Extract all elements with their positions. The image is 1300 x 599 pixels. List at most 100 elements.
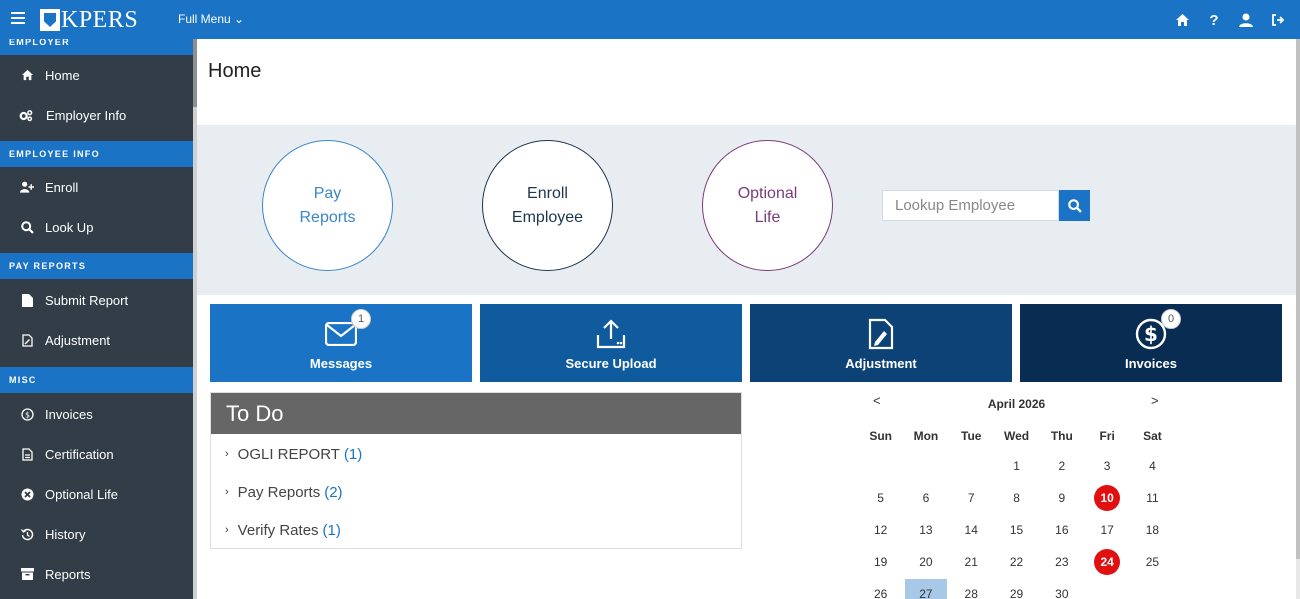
- main-content: Home Pay Reports Enroll Employee Optional L…: [197, 39, 1296, 599]
- calendar-day[interactable]: 23: [1049, 549, 1075, 575]
- dollar-circle-icon: $ 0: [1134, 309, 1181, 351]
- calendar-cell: 10: [1084, 482, 1129, 514]
- calendar-day[interactable]: 2: [1049, 453, 1075, 479]
- todo-item-count: (1): [343, 445, 363, 463]
- logout-icon[interactable]: [1270, 12, 1286, 28]
- calendar-day[interactable]: 19: [868, 549, 894, 575]
- calendar-day[interactable]: 22: [1004, 549, 1030, 575]
- calendar-day[interactable]: 7: [958, 485, 984, 511]
- todo-item-label: Pay Reports: [237, 483, 321, 501]
- calendar-day[interactable]: 21: [958, 549, 984, 575]
- invoices-tile[interactable]: $ 0 Invoices: [1020, 304, 1282, 382]
- calendar-day[interactable]: 16: [1049, 517, 1075, 543]
- calendar-day[interactable]: 3: [1094, 453, 1120, 479]
- calendar-day[interactable]: 13: [913, 517, 939, 543]
- svg-text:$: $: [1144, 322, 1158, 346]
- calendar-day[interactable]: 9: [1049, 485, 1075, 511]
- calendar-cell: 7: [949, 482, 994, 514]
- sidebar-item-certification[interactable]: Certification: [0, 434, 193, 474]
- sidebar-item-label: Reports: [45, 566, 91, 582]
- calendar-day[interactable]: 27: [904, 579, 947, 599]
- calendar-day[interactable]: 4: [1139, 453, 1165, 479]
- sidebar-item-look-up[interactable]: Look Up: [0, 207, 193, 247]
- kpers-logo[interactable]: KPERS: [40, 8, 138, 32]
- circle-label-line2: Reports: [299, 208, 356, 226]
- sidebar: EMPLOYER Home Employer Info EMPLOYEE INF…: [0, 39, 193, 599]
- main-scrollbar-thumb[interactable]: [1296, 39, 1300, 559]
- calendar-day[interactable]: 26: [868, 581, 894, 599]
- calendar-cell: [1130, 578, 1175, 599]
- sidebar-item-employer-info[interactable]: Employer Info: [0, 95, 193, 135]
- user-icon[interactable]: [1238, 12, 1254, 28]
- todo-item-pay-reports[interactable]: › Pay Reports (2): [211, 473, 741, 511]
- secure-upload-tile[interactable]: Secure Upload: [480, 304, 742, 382]
- calendar-day[interactable]: 10: [1094, 485, 1121, 511]
- chevron-down-icon: ⌄: [234, 12, 245, 26]
- messages-tile[interactable]: 1 Messages: [210, 304, 472, 382]
- help-icon[interactable]: ?: [1206, 12, 1222, 29]
- sidebar-item-submit-report[interactable]: Submit Report: [0, 280, 193, 320]
- sidebar-item-reports[interactable]: Reports: [0, 554, 193, 594]
- calendar-cell: [903, 450, 948, 482]
- todo-item-verify-rates[interactable]: › Verify Rates (1): [211, 511, 741, 549]
- home-icon[interactable]: [1174, 12, 1190, 28]
- circle-label-line1: Optional: [737, 184, 798, 202]
- calendar-cell: 14: [949, 514, 994, 546]
- sidebar-item-label: History: [45, 526, 86, 542]
- lookup-search-button[interactable]: [1059, 190, 1090, 221]
- lookup-employee-input[interactable]: [882, 190, 1059, 221]
- sidebar-header-misc: MISC: [0, 367, 193, 393]
- svg-text:$: $: [24, 410, 29, 419]
- calendar-day[interactable]: 24: [1094, 549, 1121, 575]
- calendar-cell: 27: [903, 578, 948, 599]
- sidebar-item-home[interactable]: Home: [0, 55, 193, 95]
- circle-label-line1: Pay: [313, 184, 342, 202]
- sidebar-item-enroll[interactable]: Enroll: [0, 167, 193, 207]
- full-menu-dropdown[interactable]: Full Menu ⌄: [178, 12, 244, 26]
- messages-badge: 1: [351, 309, 371, 329]
- sidebar-item-adjustment[interactable]: Adjustment: [0, 320, 193, 360]
- calendar-day[interactable]: 15: [1004, 517, 1030, 543]
- calendar-cell: 15: [994, 514, 1039, 546]
- calendar-day[interactable]: 14: [958, 517, 984, 543]
- calendar-cell: 17: [1084, 514, 1129, 546]
- calendar-next-button[interactable]: >: [1151, 393, 1159, 408]
- calendar-cell: 3: [1084, 450, 1129, 482]
- todo-item-ogli-report[interactable]: › OGLI REPORT (1): [211, 435, 741, 473]
- calendar-day[interactable]: 1: [1004, 453, 1030, 479]
- calendar-cell: 19: [858, 546, 903, 578]
- todo-title: To Do: [211, 393, 741, 434]
- calendar-day[interactable]: 11: [1139, 485, 1165, 511]
- calendar-day[interactable]: 5: [868, 485, 894, 511]
- file-lines-icon: [20, 447, 34, 461]
- sidebar-item-history[interactable]: History: [0, 514, 193, 554]
- pay-reports-circle-button[interactable]: Pay Reports: [262, 140, 393, 271]
- envelope-icon: 1: [324, 309, 371, 351]
- calendar-cell: 11: [1130, 482, 1175, 514]
- sidebar-item-invoices[interactable]: $ Invoices: [0, 394, 193, 434]
- calendar-day[interactable]: 12: [868, 517, 894, 543]
- calendar-day[interactable]: 17: [1094, 517, 1120, 543]
- todo-item-count: (2): [324, 483, 343, 501]
- calendar-day[interactable]: 29: [1004, 581, 1030, 599]
- adjustment-tile[interactable]: Adjustment: [750, 304, 1012, 382]
- calendar-month: April 2026: [987, 397, 1046, 411]
- calendar-day[interactable]: 8: [1004, 485, 1030, 511]
- sidebar-item-optional-life[interactable]: Optional Life: [0, 474, 193, 514]
- calendar-day[interactable]: 20: [913, 549, 939, 575]
- hamburger-menu-icon[interactable]: [11, 12, 25, 26]
- calendar-day[interactable]: 30: [1049, 581, 1075, 599]
- calendar-day[interactable]: 18: [1139, 517, 1165, 543]
- calendar-weekday: Mon: [913, 428, 939, 443]
- archive-icon: [20, 567, 34, 581]
- user-plus-icon: [20, 180, 34, 194]
- optional-life-circle-button[interactable]: Optional Life: [702, 140, 833, 271]
- calendar-cell: 18: [1130, 514, 1175, 546]
- calendar-day[interactable]: 25: [1139, 549, 1165, 575]
- main-scrollbar[interactable]: [1296, 39, 1300, 599]
- calendar-cell: 21: [949, 546, 994, 578]
- enroll-employee-circle-button[interactable]: Enroll Employee: [482, 140, 613, 271]
- calendar-day[interactable]: 6: [913, 485, 939, 511]
- calendar-day[interactable]: 28: [958, 581, 984, 599]
- todo-item-count: (1): [322, 521, 341, 539]
